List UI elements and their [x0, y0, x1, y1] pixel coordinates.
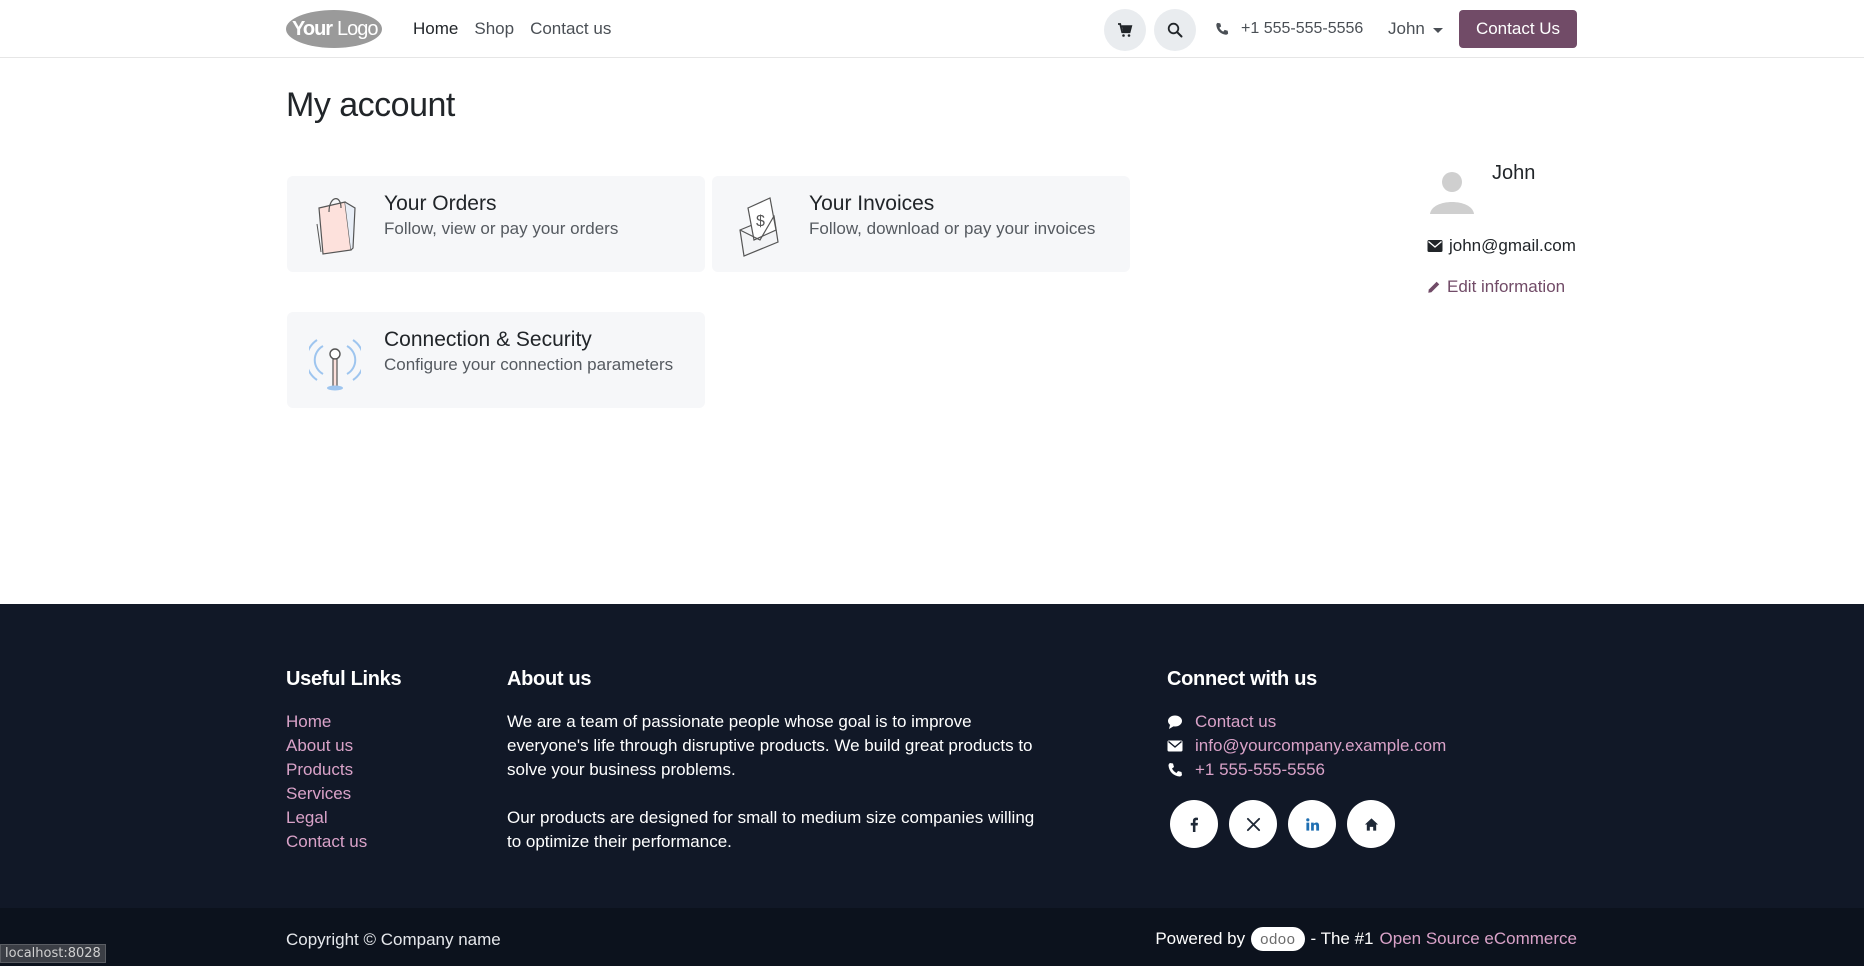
connect-email[interactable]: info@yourcompany.example.com: [1167, 734, 1446, 758]
about-us-title: About us: [507, 668, 592, 690]
useful-links-list: Home About us Products Services Legal Co…: [286, 710, 367, 854]
user-menu-dropdown[interactable]: John: [1388, 0, 1443, 58]
nav-home[interactable]: Home: [413, 19, 458, 39]
linkedin-button[interactable]: [1288, 800, 1336, 848]
invoice-envelope-icon: $: [739, 197, 779, 257]
facebook-button[interactable]: [1170, 800, 1218, 848]
comment-icon: [1168, 715, 1182, 729]
svg-text:Your: Your: [292, 18, 333, 40]
powered-mid-text: - The #1: [1310, 929, 1374, 948]
linkedin-icon: [1305, 817, 1319, 831]
header-phone[interactable]: +1 555-555-5556: [1215, 0, 1363, 58]
avatar: [1430, 172, 1474, 214]
website-home-button[interactable]: [1347, 800, 1395, 848]
site-footer: Useful Links Home About us Products Serv…: [0, 604, 1864, 908]
social-links: [1170, 800, 1395, 848]
svg-text:$: $: [756, 213, 765, 230]
security-card[interactable]: Connection & Security Configure your con…: [287, 312, 705, 408]
footer-link-legal[interactable]: Legal: [286, 806, 367, 830]
company-logo[interactable]: Your Logo: [286, 9, 383, 49]
pencil-icon: [1428, 281, 1440, 293]
site-header: Your Logo Home Shop Contact us +1 555-55…: [0, 0, 1864, 58]
page-title: My account: [286, 86, 455, 124]
facebook-icon: [1190, 817, 1198, 832]
card-title: Connection & Security: [384, 328, 592, 351]
about-paragraph-2: Our products are designed for small to m…: [507, 808, 1035, 851]
about-paragraph-1: We are a team of passionate people whose…: [507, 712, 1033, 779]
footer-link-about-us[interactable]: About us: [286, 734, 367, 758]
powered-prefix: Powered by: [1155, 929, 1246, 948]
search-icon: [1167, 22, 1183, 38]
profile-name: John: [1492, 162, 1536, 184]
footer-bottom-bar: Copyright © Company name Powered by odoo…: [0, 908, 1864, 966]
card-title: Your Invoices: [809, 192, 935, 215]
phone-icon: [1168, 763, 1182, 777]
orders-card[interactable]: Your Orders Follow, view or pay your ord…: [287, 176, 705, 272]
open-source-ecommerce-link[interactable]: Open Source eCommerce: [1380, 929, 1577, 949]
main-nav: Home Shop Contact us: [413, 0, 611, 58]
phone-icon: [1216, 22, 1229, 35]
nav-shop[interactable]: Shop: [474, 19, 514, 39]
browser-status-url: localhost:8028: [0, 944, 106, 963]
envelope-icon: [1427, 240, 1443, 252]
header-phone-number: +1 555-555-5556: [1241, 20, 1364, 37]
edit-information-label: Edit information: [1447, 277, 1566, 296]
card-description: Follow, view or pay your orders: [384, 219, 619, 238]
useful-links-title: Useful Links: [286, 668, 402, 690]
connect-label: Contact us: [1195, 712, 1277, 731]
invoices-card[interactable]: $ Your Invoices Follow, download or pay …: [712, 176, 1130, 272]
nav-contact-us[interactable]: Contact us: [530, 19, 611, 39]
card-title: Your Orders: [384, 192, 497, 215]
svg-text:Logo: Logo: [337, 18, 378, 40]
caret-down-icon: [1432, 27, 1443, 33]
odoo-logo[interactable]: odoo: [1251, 927, 1305, 951]
home-icon: [1364, 817, 1378, 831]
edit-information-link[interactable]: Edit information: [1427, 277, 1565, 297]
profile-email: john@gmail.com: [1427, 236, 1576, 256]
connect-label: info@yourcompany.example.com: [1195, 736, 1447, 755]
envelope-icon: [1167, 740, 1183, 752]
powered-by: Powered by odoo - The #1 Open Source eCo…: [1155, 926, 1577, 952]
footer-link-products[interactable]: Products: [286, 758, 367, 782]
connect-label: +1 555-555-5556: [1195, 760, 1325, 779]
footer-link-contact-us[interactable]: Contact us: [286, 830, 367, 854]
connect-phone[interactable]: +1 555-555-5556: [1167, 758, 1446, 782]
copyright-text: Copyright © Company name: [286, 930, 501, 949]
shopping-bag-icon: [316, 198, 356, 255]
user-name: John: [1388, 19, 1425, 38]
connect-title: Connect with us: [1167, 668, 1317, 690]
footer-link-services[interactable]: Services: [286, 782, 367, 806]
antenna-signal-icon: [309, 339, 361, 391]
search-button[interactable]: [1154, 9, 1196, 51]
cart-button[interactable]: [1104, 9, 1146, 51]
footer-link-home[interactable]: Home: [286, 710, 367, 734]
x-twitter-icon: [1246, 817, 1260, 831]
card-description: Follow, download or pay your invoices: [809, 219, 1096, 238]
connect-contact-us[interactable]: Contact us: [1167, 710, 1446, 734]
cart-icon: [1118, 23, 1133, 37]
about-us-text: We are a team of passionate people whose…: [507, 710, 1037, 854]
profile-email-text: john@gmail.com: [1449, 236, 1576, 255]
contact-us-button[interactable]: Contact Us: [1459, 10, 1577, 48]
x-twitter-button[interactable]: [1229, 800, 1277, 848]
connect-list: Contact us info@yourcompany.example.com …: [1167, 710, 1446, 782]
card-description: Configure your connection parameters: [384, 355, 674, 374]
